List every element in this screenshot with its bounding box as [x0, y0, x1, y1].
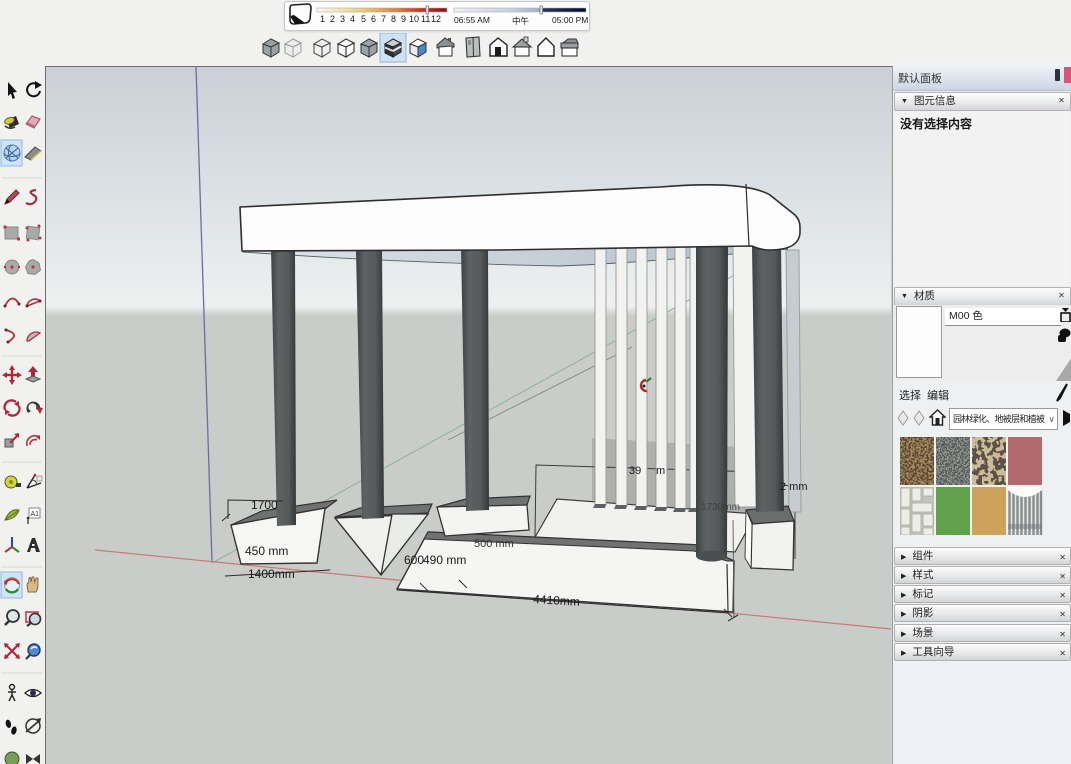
svg-text:490 mm: 490 mm [423, 553, 466, 567]
svg-text:1400mm: 1400mm [248, 567, 295, 581]
svg-text:1700: 1700 [251, 498, 278, 512]
svg-text:600: 600 [404, 553, 424, 567]
svg-text:A1: A1 [31, 511, 40, 518]
svg-text:1730mm: 1730mm [701, 502, 740, 513]
svg-text:450 mm: 450 mm [245, 544, 288, 558]
svg-text:500 mm: 500 mm [474, 538, 514, 550]
svg-text:m: m [656, 465, 665, 477]
svg-text:39: 39 [629, 465, 641, 477]
svg-text:4410mm: 4410mm [533, 592, 580, 609]
svg-text:2 mm: 2 mm [780, 481, 808, 493]
